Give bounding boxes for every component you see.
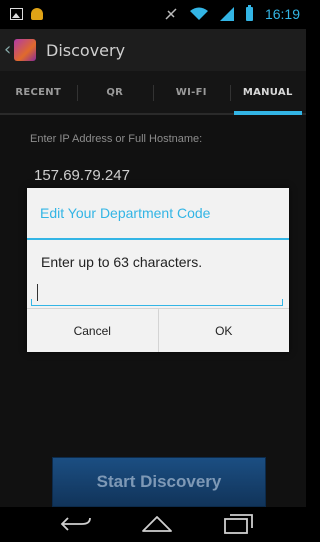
tab-qr[interactable]: QR	[76, 71, 154, 113]
department-code-dialog: Edit Your Department Code Enter up to 63…	[27, 188, 289, 352]
tab-recent[interactable]: RECENT	[0, 71, 77, 113]
dialog-message: Enter up to 63 characters.	[41, 254, 203, 270]
no-sync-icon	[165, 8, 177, 20]
image-icon	[10, 8, 23, 20]
home-icon[interactable]	[141, 516, 173, 532]
status-time: 16:19	[264, 6, 300, 22]
cancel-button[interactable]: Cancel	[27, 309, 158, 352]
dialog-title: Edit Your Department Code	[27, 188, 289, 240]
up-navigation-icon[interactable]: ‹	[4, 39, 11, 60]
department-code-input[interactable]	[31, 280, 283, 306]
android-icon	[31, 8, 43, 20]
tab-bar: RECENT QR WI-FI MANUAL	[0, 71, 306, 115]
dialog-button-bar: Cancel OK	[27, 308, 289, 352]
navigation-bar	[0, 507, 306, 542]
text-caret	[37, 284, 38, 301]
ok-button[interactable]: OK	[157, 309, 290, 352]
back-icon[interactable]	[60, 516, 92, 532]
page-title: Discovery	[46, 41, 126, 60]
start-discovery-button[interactable]: Start Discovery	[52, 457, 266, 507]
ip-address-input[interactable]: 157.69.79.247	[34, 167, 130, 184]
ip-address-label: Enter IP Address or Full Hostname:	[30, 133, 203, 145]
tab-wifi[interactable]: WI-FI	[153, 71, 230, 113]
tab-manual[interactable]: MANUAL	[229, 71, 307, 115]
action-bar: ‹ Discovery	[0, 29, 306, 71]
wifi-icon	[189, 7, 208, 20]
signal-icon	[219, 7, 234, 21]
status-notifications	[10, 8, 43, 20]
app-logo-icon[interactable]	[14, 39, 36, 61]
status-indicators: 16:19	[164, 5, 300, 22]
battery-icon	[245, 5, 253, 21]
status-bar: 16:19	[0, 0, 306, 29]
recent-apps-icon[interactable]	[224, 514, 254, 534]
